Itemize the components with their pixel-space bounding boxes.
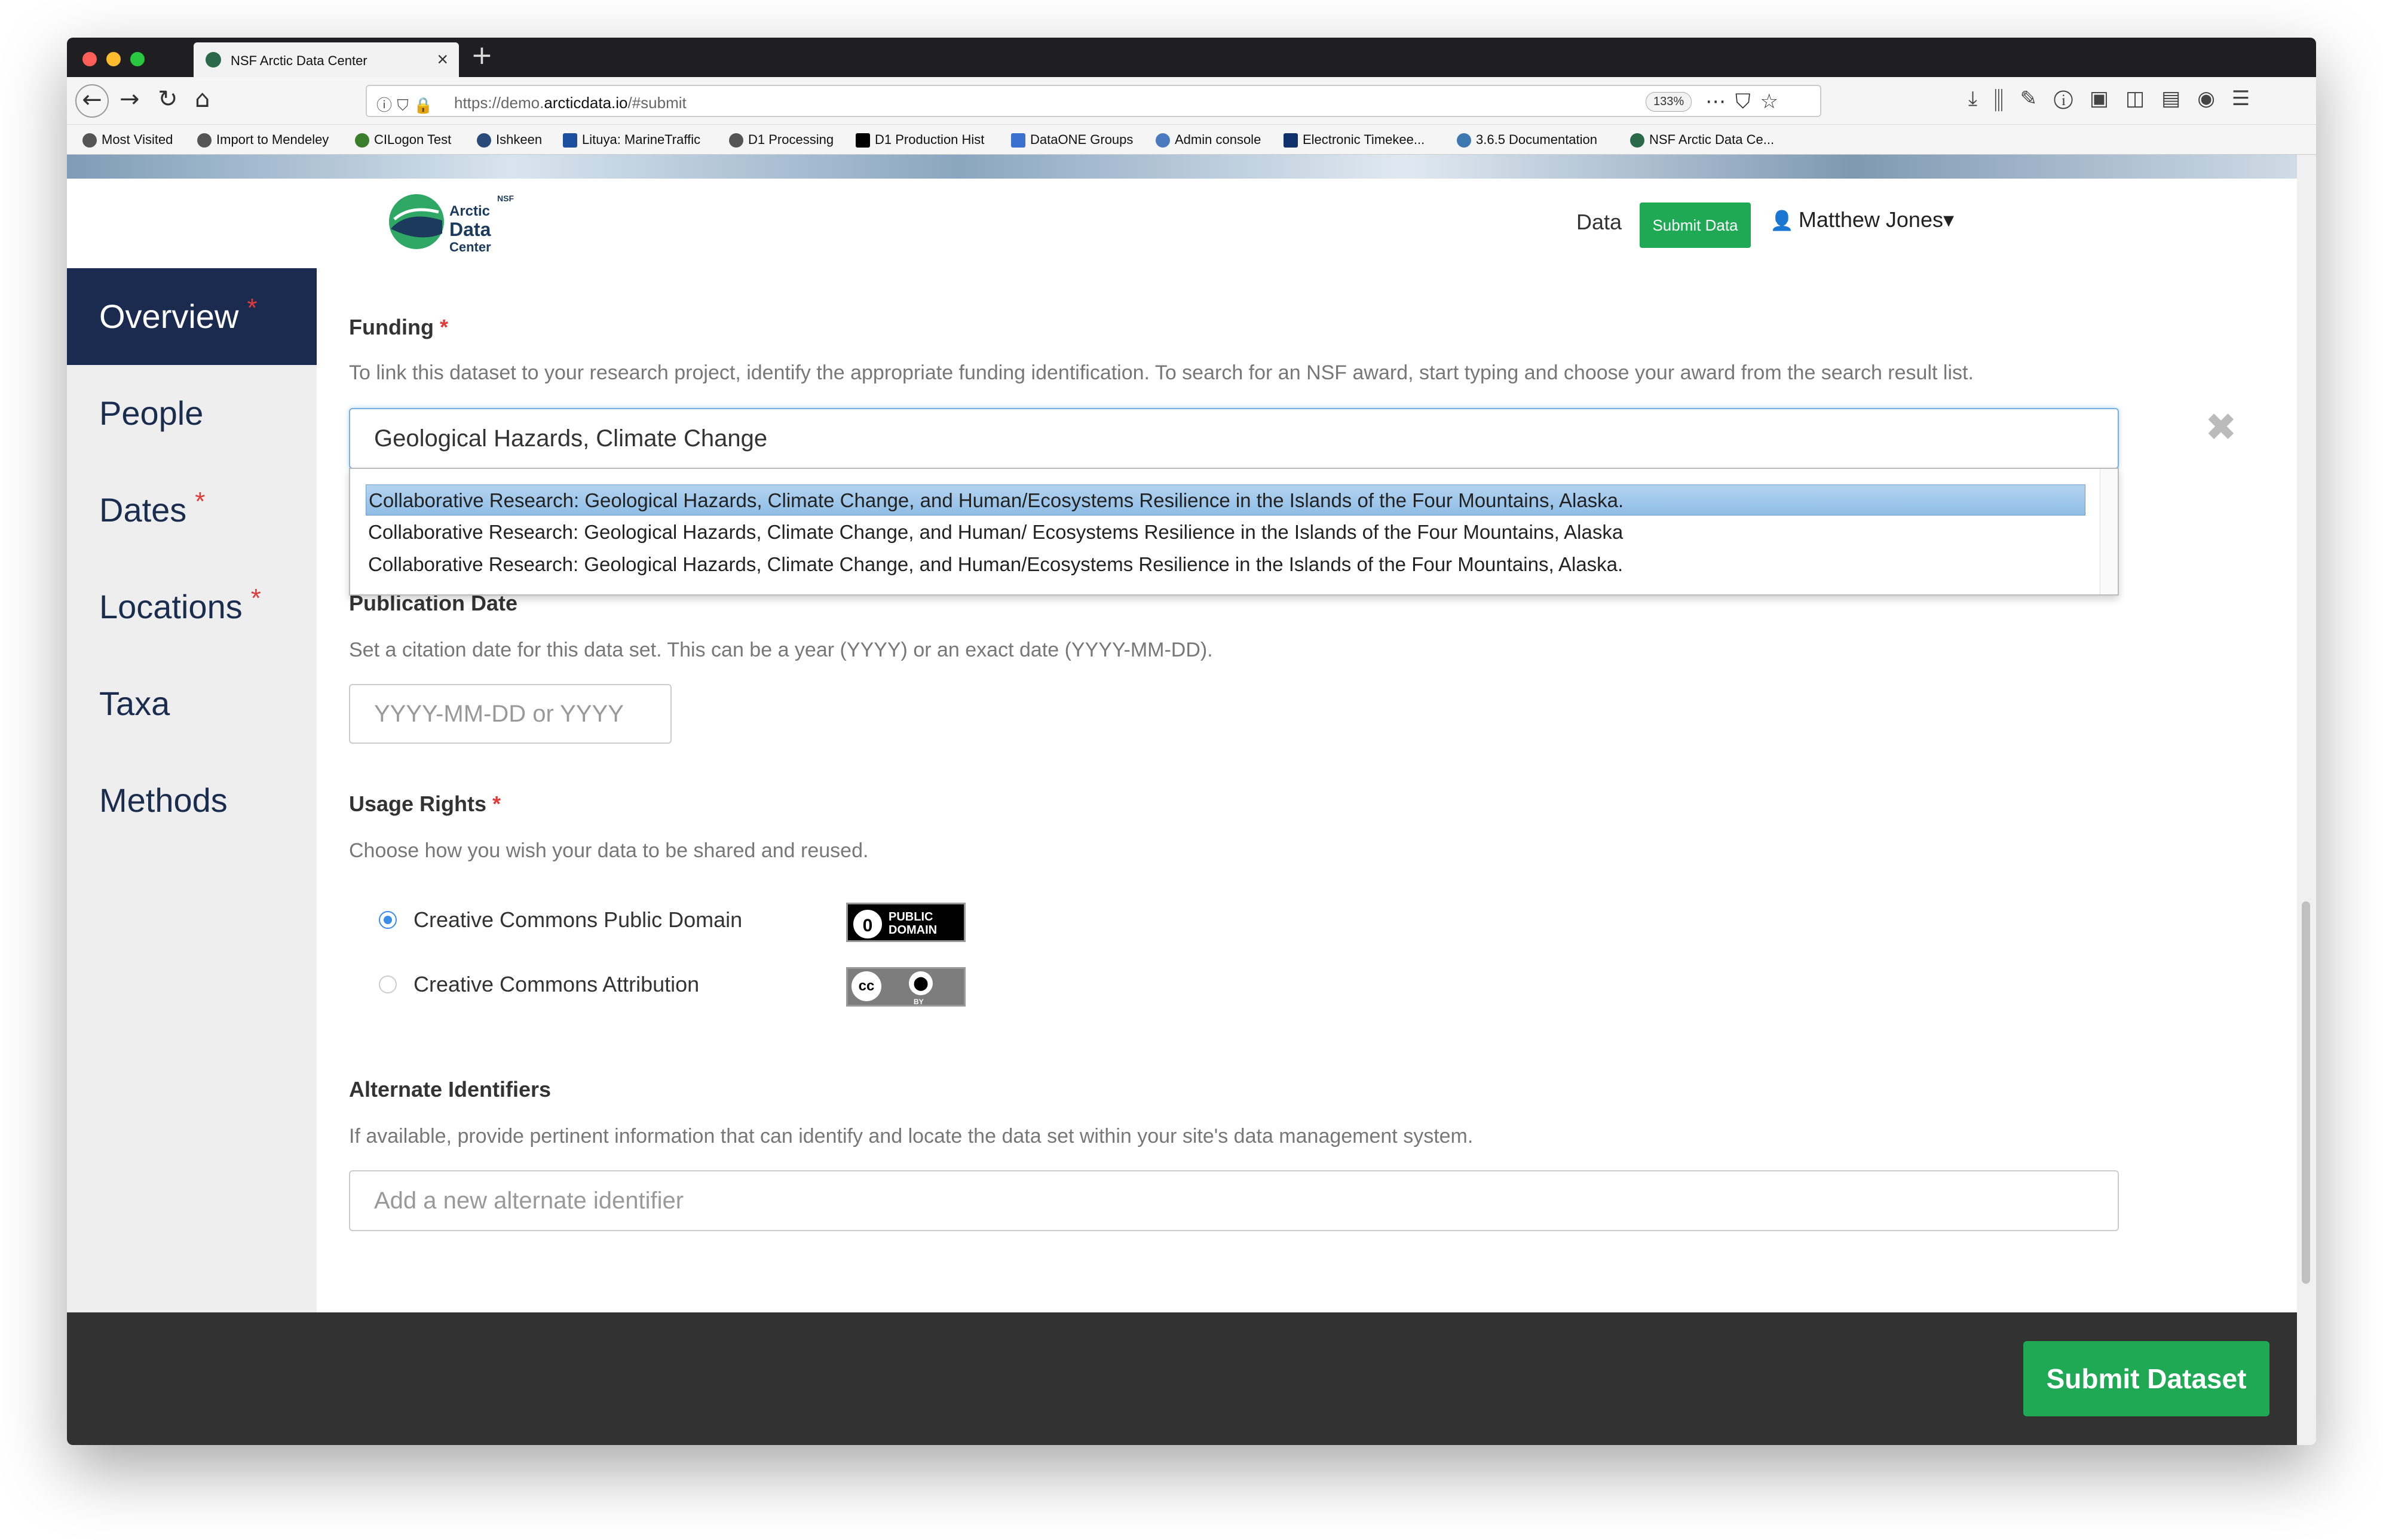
zoom-window-button[interactable] bbox=[130, 52, 145, 66]
site-header: NSF Arctic Data Center Data Submit Data … bbox=[67, 179, 2297, 268]
close-tab-icon[interactable]: × bbox=[437, 48, 448, 70]
browser-tab[interactable]: NSF Arctic Data Center × bbox=[194, 42, 459, 77]
funding-label: Funding * bbox=[349, 315, 448, 339]
bookmark-dataone-groups[interactable]: DataONE Groups bbox=[1011, 132, 1133, 148]
user-icon: 👤 bbox=[1770, 209, 1794, 232]
python-icon bbox=[1457, 133, 1471, 148]
submit-data-button[interactable]: Submit Data bbox=[1640, 203, 1751, 248]
bookmark-nsf-arctic[interactable]: NSF Arctic Data Ce... bbox=[1630, 132, 1774, 148]
editor-sidebar: Overview * People Dates * Locations * Taxa … bbox=[67, 268, 317, 1312]
zoom-level-badge[interactable]: 133% bbox=[1646, 92, 1692, 112]
sidebar-item-overview[interactable]: Overview * bbox=[67, 268, 317, 365]
publication-date-input[interactable] bbox=[349, 684, 672, 744]
sidebar-item-dates[interactable]: Dates * bbox=[67, 462, 317, 559]
bookmark-lituya[interactable]: Lituya: MarineTraffic bbox=[563, 132, 700, 148]
back-icon[interactable]: ← bbox=[75, 84, 109, 118]
autocomplete-option[interactable]: Collaborative Research: Geological Hazar… bbox=[366, 549, 2085, 580]
bookmark-most-visited[interactable]: Most Visited bbox=[82, 132, 173, 148]
funding-input[interactable] bbox=[349, 408, 2119, 469]
public-domain-badge-text: PUBLIC DOMAIN bbox=[889, 910, 938, 937]
navigation-bar: ← → ↻ ⌂ ⓘ ⛉ 🔒 https://demo.arcticdata.io… bbox=[67, 77, 2316, 125]
bookmark-admin-console[interactable]: Admin console bbox=[1156, 132, 1261, 148]
bookmark-documentation[interactable]: 3.6.5 Documentation bbox=[1457, 132, 1597, 148]
gear-icon bbox=[82, 133, 97, 148]
marinetraffic-icon bbox=[563, 133, 577, 148]
title-bar: NSF Arctic Data Center × + bbox=[67, 38, 2316, 77]
sidebar-item-people[interactable]: People bbox=[67, 365, 317, 462]
caret-down-icon: ▾ bbox=[1943, 207, 1955, 232]
bookmark-ishkeen[interactable]: Ishkeen bbox=[477, 132, 542, 148]
radio-button-selected[interactable] bbox=[379, 911, 397, 929]
arctic-favicon-icon bbox=[1630, 133, 1644, 148]
timekeeping-icon bbox=[1284, 133, 1298, 148]
user-menu[interactable]: 👤 Matthew Jones▾ bbox=[1770, 207, 1954, 232]
sidebar-item-taxa[interactable]: Taxa bbox=[67, 655, 317, 752]
url-bar[interactable]: ⓘ ⛉ 🔒 https://demo.arcticdata.io/#submit… bbox=[366, 85, 1821, 117]
page-scrollbar[interactable] bbox=[2297, 155, 2316, 1445]
bookmark-d1-processing[interactable]: D1 Processing bbox=[729, 132, 834, 148]
attribution-person-icon: ⬤ bbox=[909, 971, 933, 995]
site-info-icon[interactable]: ⓘ ⛉ 🔒 bbox=[376, 93, 433, 115]
arctic-favicon-icon bbox=[206, 52, 221, 68]
browser-window: NSF Arctic Data Center × + ← → ↻ ⌂ ⓘ ⛉ 🔒… bbox=[67, 38, 2316, 1445]
editor-content: Funding * To link this dataset to your re… bbox=[317, 268, 2297, 1312]
nav-data-link[interactable]: Data bbox=[1576, 210, 1622, 235]
editor-footer: Submit Dataset bbox=[67, 1312, 2297, 1445]
cc-icon: cc bbox=[851, 971, 881, 1001]
autocomplete-option[interactable]: Collaborative Research: Geological Hazar… bbox=[366, 484, 2085, 516]
sidebar-item-methods[interactable]: Methods bbox=[67, 752, 317, 849]
dropdown-scrollbar[interactable] bbox=[2100, 469, 2118, 594]
url-text[interactable]: https://demo.arcticdata.io/#submit bbox=[454, 94, 687, 112]
toolbar-icons[interactable]: ⤓⫼✎ⓘ▣◫▤◉☰ bbox=[1968, 87, 2266, 111]
globe-icon bbox=[197, 133, 212, 148]
bookmark-timekeeping[interactable]: Electronic Timekee... bbox=[1284, 132, 1425, 148]
admin-icon bbox=[1156, 133, 1170, 148]
page-actions-icon[interactable]: ⋯⛉☆ bbox=[1705, 90, 1788, 113]
logo-text: NSF Arctic Data Center bbox=[449, 194, 514, 254]
funding-help: To link this dataset to your research pr… bbox=[349, 361, 1974, 384]
lock-icon: 🔒 bbox=[413, 97, 433, 115]
forward-icon[interactable]: → bbox=[120, 85, 140, 113]
alternate-identifier-input[interactable] bbox=[349, 1170, 2119, 1231]
s-icon bbox=[856, 133, 870, 148]
usage-rights-help: Choose how you wish your data to be shar… bbox=[349, 839, 869, 862]
banner-image bbox=[67, 155, 2297, 179]
tab-title: NSF Arctic Data Center bbox=[231, 53, 367, 68]
web-page: NSF Arctic Data Center Data Submit Data … bbox=[67, 155, 2297, 1445]
new-tab-icon[interactable]: + bbox=[471, 40, 493, 70]
globe-icon bbox=[477, 133, 491, 148]
scrollbar-thumb[interactable] bbox=[2302, 901, 2310, 1284]
radio-button[interactable] bbox=[379, 975, 397, 993]
alternate-identifiers-label: Alternate Identifiers bbox=[349, 1077, 552, 1102]
globe-icon bbox=[729, 133, 743, 148]
bookmark-d1-production[interactable]: D1 Production Hist bbox=[856, 132, 984, 148]
clear-funding-icon[interactable]: ✖ bbox=[2205, 406, 2237, 450]
public-domain-icon: 0 bbox=[851, 908, 884, 940]
cc-by-badge: cc ⬤ BY bbox=[846, 967, 966, 1007]
alternate-identifiers-help: If available, provide pertinent informat… bbox=[349, 1125, 1474, 1148]
submit-dataset-button[interactable]: Submit Dataset bbox=[2023, 1341, 2269, 1416]
cilogon-icon bbox=[355, 133, 369, 148]
bookmark-cilogon[interactable]: CILogon Test bbox=[355, 132, 451, 148]
home-icon[interactable]: ⌂ bbox=[195, 85, 210, 113]
public-domain-badge: 0 PUBLIC DOMAIN bbox=[846, 903, 966, 942]
minimize-window-button[interactable] bbox=[106, 52, 121, 66]
arctic-data-center-logo[interactable] bbox=[384, 192, 449, 251]
sidebar-item-locations[interactable]: Locations * bbox=[67, 559, 317, 655]
groups-icon bbox=[1011, 133, 1025, 148]
close-window-button[interactable] bbox=[82, 52, 97, 66]
bookmarks-bar: Most Visited Import to Mendeley CILogon … bbox=[67, 125, 2316, 155]
publication-date-help: Set a citation date for this data set. T… bbox=[349, 639, 1213, 661]
autocomplete-option[interactable]: Collaborative Research: Geological Hazar… bbox=[366, 517, 2085, 548]
usage-rights-label: Usage Rights * bbox=[349, 792, 501, 816]
bookmark-mendeley[interactable]: Import to Mendeley bbox=[197, 132, 329, 148]
reload-icon[interactable]: ↻ bbox=[158, 85, 178, 113]
funding-autocomplete-dropdown: Collaborative Research: Geological Hazar… bbox=[349, 468, 2119, 596]
